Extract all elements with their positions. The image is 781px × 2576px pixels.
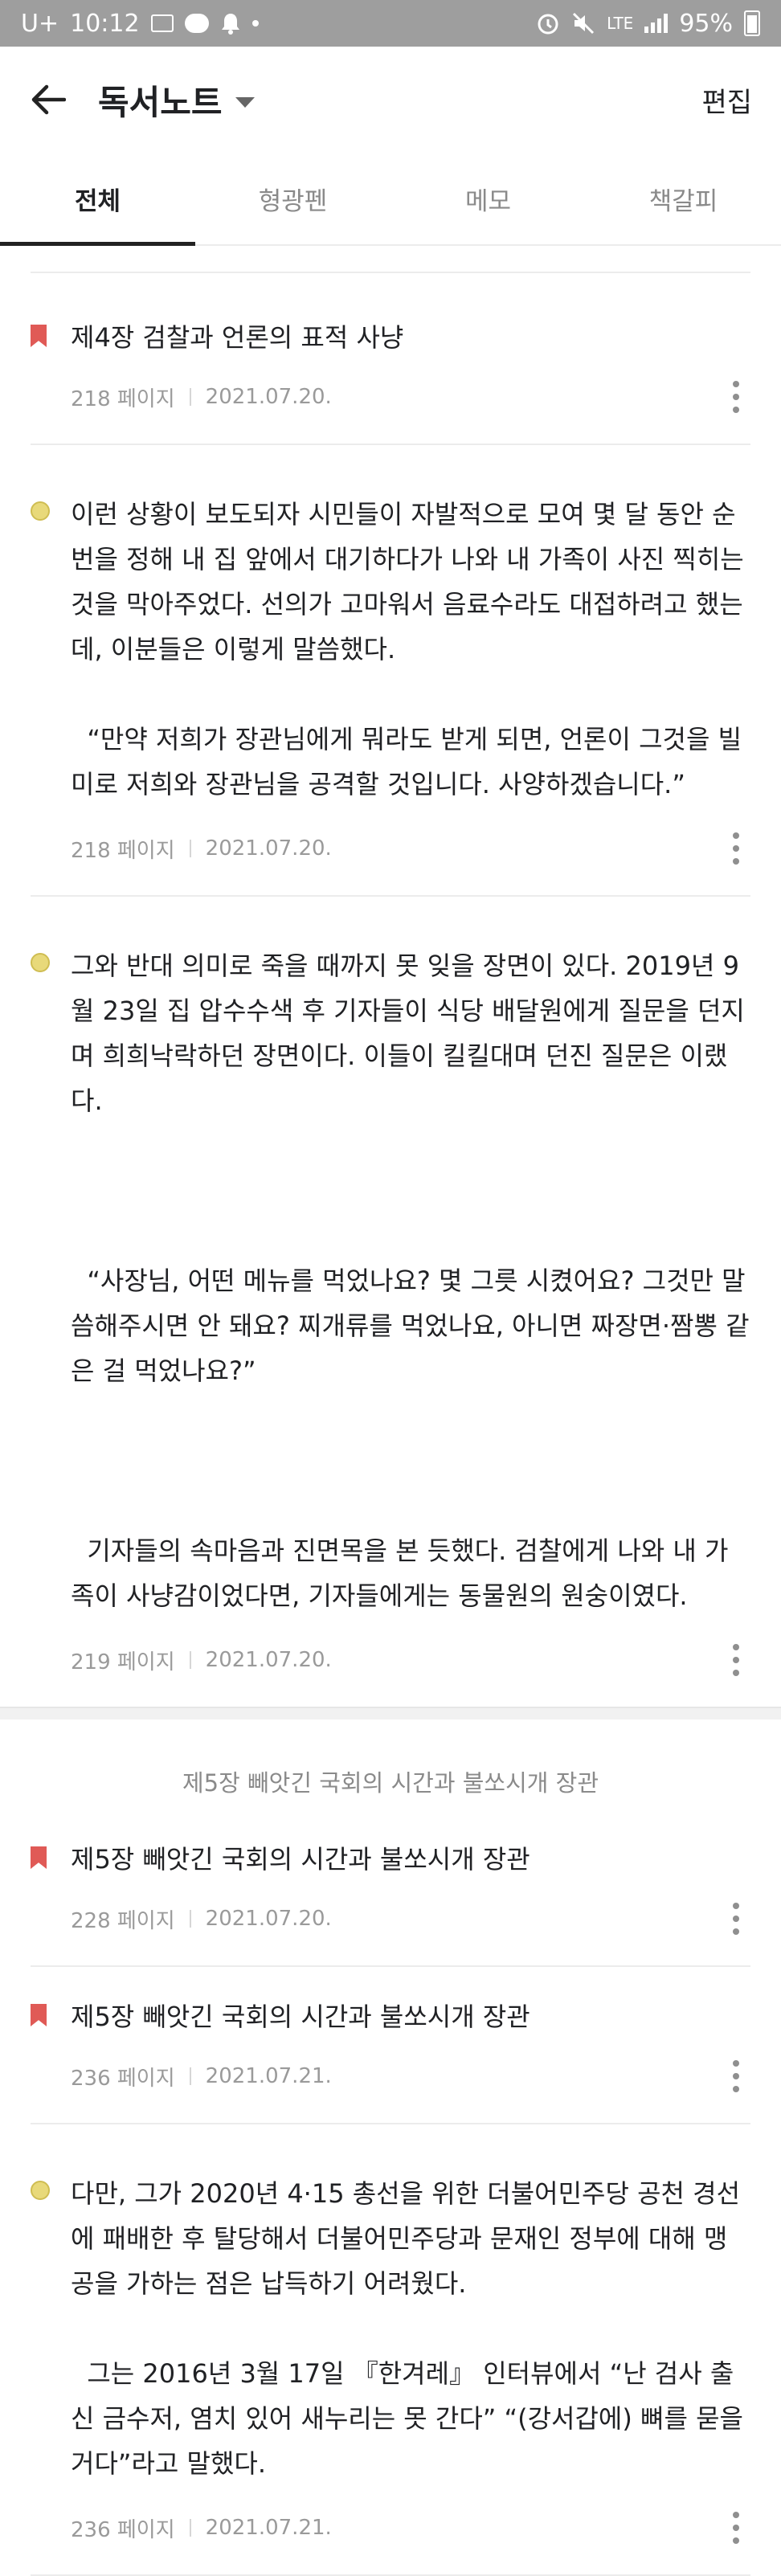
note-marker [31,320,71,347]
list-item[interactable]: 제5장 빼앗긴 국회의 시간과 불쏘시개 장관 228 페이지 2021.07.… [31,1809,750,1967]
chapter-header: 제5장 빼앗긴 국회의 시간과 불쏘시개 장관 [182,1769,599,1797]
app-bar-left: 독서노트 [27,76,255,125]
note-marker [31,492,71,521]
meta-separator [189,1910,191,1928]
status-bar: U+ 10:12 LTE 95% [0,0,781,47]
status-left: U+ 10:12 [21,10,259,38]
status-time: 10:12 [70,9,140,38]
note-page: 236 페이지 [71,2066,175,2091]
note-text: 제5장 빼앗긴 국회의 시간과 불쏘시개 장관 [71,2002,530,2032]
more-vertical-icon[interactable] [722,1901,750,1936]
meta-separator [189,2519,191,2537]
tab-bookmark[interactable]: 책갈피 [586,153,781,244]
status-right: LTE 95% [536,10,760,38]
note-page: 219 페이지 [71,1650,175,1674]
meta-separator [189,840,191,857]
signal-icon [644,14,669,33]
note-marker [31,2171,71,2200]
note-body: 제4장 검찰과 언론의 표적 사냥 [31,320,750,355]
notes-list: 제4장 검찰과 언론의 표적 사냥 218 페이지 2021.07.20. 이런… [0,246,781,2576]
tab-highlighter[interactable]: 형광펜 [195,153,390,244]
meta-separator [189,1651,191,1669]
note-text: 이런 상황이 보도되자 시민들이 자발적으로 모여 몇 달 동안 순번을 정해 … [71,499,744,799]
more-vertical-icon[interactable] [722,2059,750,2094]
mute-icon [571,11,595,35]
note-meta-info: 228 페이지 2021.07.20. [71,1904,332,1934]
note-body: 제5장 빼앗긴 국회의 시간과 불쏘시개 장관 [31,1999,750,2034]
meta-separator [189,2067,191,2085]
note-marker [31,1999,71,2026]
page-title: 독서노트 [98,82,223,122]
more-vertical-icon[interactable] [722,2510,750,2545]
bookmark-icon [31,2004,47,2026]
bookmark-icon [31,1846,47,1869]
list-item[interactable]: 제5장 빼앗긴 국회의 시간과 불쏘시개 장관 236 페이지 2021.07.… [31,1967,750,2124]
note-meta: 218 페이지 2021.07.20. [31,831,750,866]
note-date: 2021.07.20. [205,836,332,861]
list-item[interactable]: 그와 반대 의미로 죽을 때까지 못 잊을 장면이 있다. 2019년 9월 2… [31,897,750,1707]
note-page: 228 페이지 [71,1908,175,1933]
carrier-label: U+ [21,9,59,38]
note-meta: 218 페이지 2021.07.20. [31,379,750,415]
notification-bell-icon [220,12,241,35]
tab-bar: 전체 형광펜 메모 책갈피 [0,153,781,246]
network-type: LTE [607,14,634,33]
note-meta-info: 218 페이지 2021.07.20. [71,834,332,864]
note-body: 그와 반대 의미로 죽을 때까지 못 잊을 장면이 있다. 2019년 9월 2… [31,943,750,1618]
note-date: 2021.07.20. [205,1907,332,1931]
more-vertical-icon[interactable] [722,1642,750,1678]
note-marker [31,1842,71,1869]
note-text: 제5장 빼앗긴 국회의 시간과 불쏘시개 장관 [71,1844,530,1875]
highlight-dot-icon [31,953,50,972]
note-text: 다만, 그가 2020년 4·15 총선을 위한 더불어민주당 공천 경선에 패… [71,2178,743,2479]
arrow-left-icon [31,84,66,115]
note-page: 236 페이지 [71,2517,175,2542]
alarm-icon [536,11,560,35]
back-button[interactable] [27,79,69,121]
note-page: 218 페이지 [71,838,175,863]
list-item[interactable]: 제4장 검찰과 언론의 표적 사냥 218 페이지 2021.07.20. [31,273,750,445]
note-body: 다만, 그가 2020년 4·15 총선을 위한 더불어민주당 공천 경선에 패… [31,2171,750,2486]
note-body: 제5장 빼앗긴 국회의 시간과 불쏘시개 장관 [31,1842,750,1877]
note-date: 2021.07.20. [205,385,332,409]
list-item[interactable]: 다만, 그가 2020년 4·15 총선을 위한 더불어민주당 공천 경선에 패… [31,2124,750,2576]
note-date: 2021.07.21. [205,2064,332,2088]
note-body: 이런 상황이 보도되자 시민들이 자발적으로 모여 몇 달 동안 순번을 정해 … [31,492,750,807]
battery-percent: 95% [679,9,733,38]
meta-separator [189,388,191,406]
note-page: 218 페이지 [71,386,175,411]
note-meta: 236 페이지 2021.07.21. [31,2510,750,2545]
edit-button[interactable]: 편집 [695,74,759,126]
more-vertical-icon[interactable] [722,831,750,866]
note-text: 그와 반대 의미로 죽을 때까지 못 잊을 장면이 있다. 2019년 9월 2… [71,951,750,1611]
caret-down-icon [235,96,255,108]
note-marker [31,943,71,972]
title-dropdown[interactable]: 독서노트 [98,76,255,125]
app-bar: 독서노트 편집 [0,47,781,153]
tab-memo[interactable]: 메모 [390,153,586,244]
more-notifications-icon [251,20,259,27]
note-meta-info: 218 페이지 2021.07.20. [71,382,332,412]
note-meta-info: 236 페이지 2021.07.21. [71,2062,332,2091]
bookmark-icon [31,325,47,347]
talk-icon [184,14,209,33]
more-vertical-icon[interactable] [722,379,750,415]
battery-icon [744,10,760,36]
highlight-dot-icon [31,501,50,521]
list-top-divider [31,246,750,273]
note-text: 제4장 검찰과 언론의 표적 사냥 [71,322,404,353]
note-date: 2021.07.20. [205,1648,332,1672]
highlight-dot-icon [31,2181,50,2200]
tab-all[interactable]: 전체 [0,153,195,246]
note-date: 2021.07.21. [205,2516,332,2540]
gallery-icon [150,14,174,32]
section-divider [0,1707,781,1719]
note-meta: 228 페이지 2021.07.20. [31,1901,750,1936]
note-meta-info: 219 페이지 2021.07.20. [71,1646,332,1675]
note-meta: 219 페이지 2021.07.20. [31,1642,750,1678]
note-meta-info: 236 페이지 2021.07.21. [71,2513,332,2543]
list-item[interactable]: 이런 상황이 보도되자 시민들이 자발적으로 모여 몇 달 동안 순번을 정해 … [31,445,750,897]
note-meta: 236 페이지 2021.07.21. [31,2059,750,2094]
